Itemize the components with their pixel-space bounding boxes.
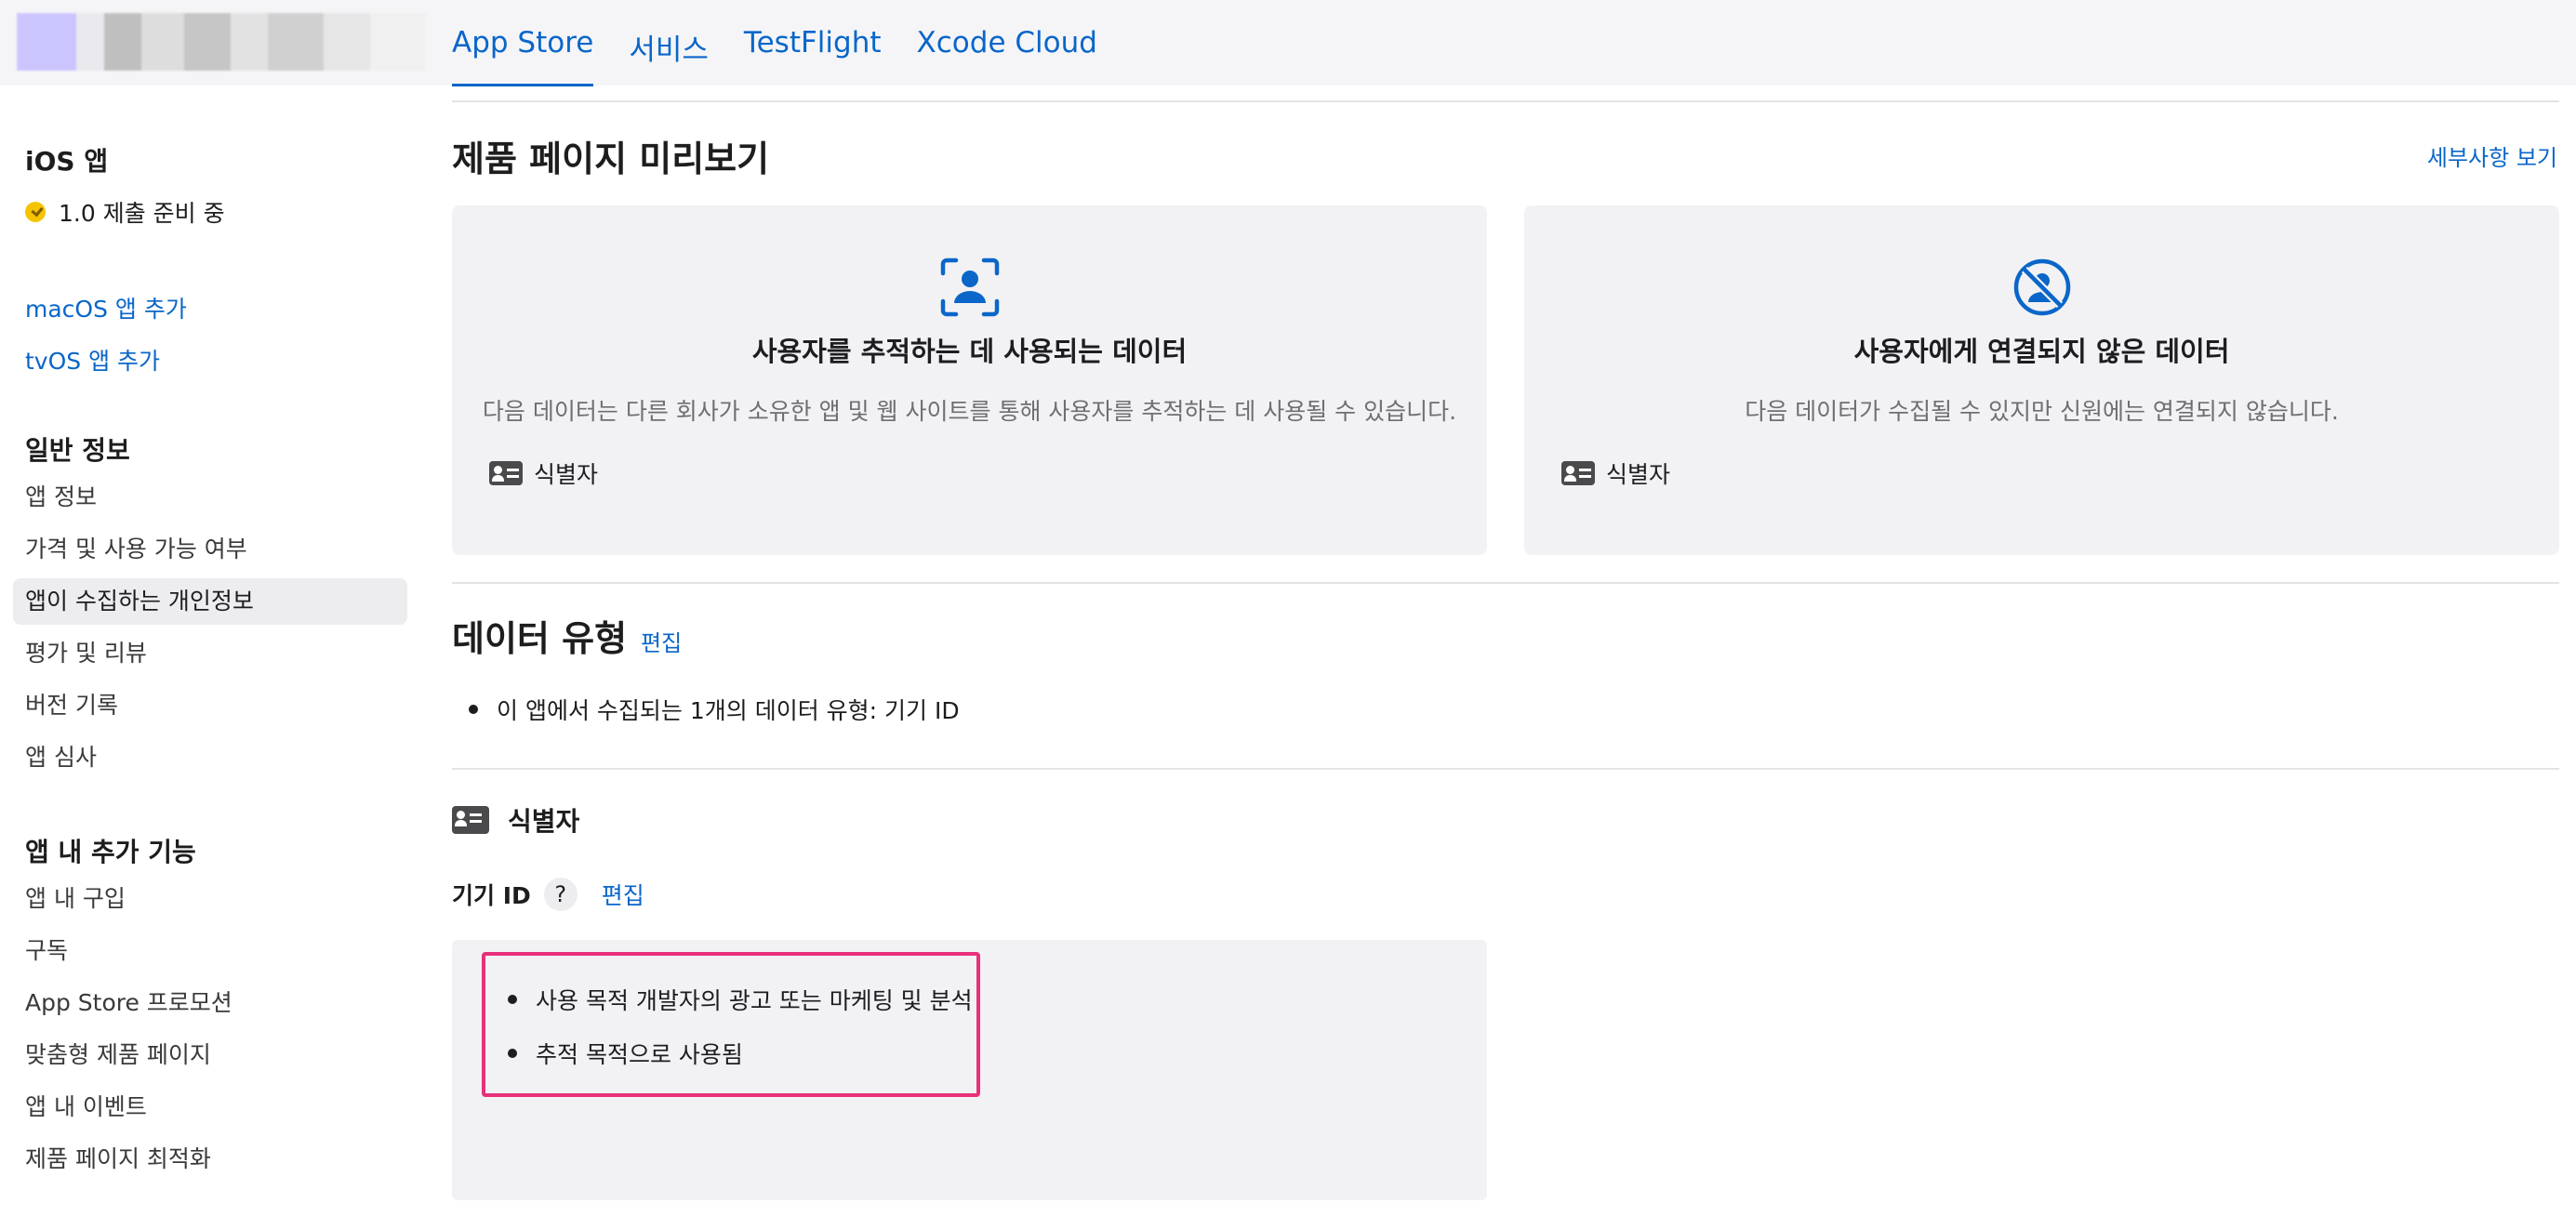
- id-card-icon: [489, 461, 523, 485]
- tab-testflight[interactable]: TestFlight: [744, 26, 882, 86]
- sidebar-item-custom-pages[interactable]: 맞춤형 제품 페이지: [13, 1032, 407, 1078]
- tab-services[interactable]: 서비스: [629, 26, 709, 86]
- divider: [452, 768, 2559, 770]
- tab-app-store[interactable]: App Store: [452, 26, 594, 86]
- add-macos-app-link[interactable]: macOS 앱 추가: [25, 291, 187, 324]
- card-tracking-title: 사용자를 추적하는 데 사용되는 데이터: [751, 336, 1188, 367]
- sidebar-item-subscriptions[interactable]: 구독: [13, 928, 407, 974]
- sidebar-item-ratings[interactable]: 평가 및 리뷰: [13, 630, 407, 677]
- sidebar-item-in-app-events[interactable]: 앱 내 이벤트: [13, 1084, 407, 1130]
- identifier-heading-label: 식별자: [508, 806, 580, 837]
- device-id-edit-link[interactable]: 편집: [602, 878, 644, 911]
- id-card-icon: [452, 806, 489, 834]
- page-title: 제품 페이지 미리보기: [452, 139, 770, 179]
- card-tracking-tag-label: 식별자: [534, 461, 599, 488]
- card-not-linked-desc: 다음 데이터가 수집될 수 있지만 신원에는 연결되지 않습니다.: [1745, 398, 2339, 425]
- sidebar-item-pricing[interactable]: 가격 및 사용 가능 여부: [13, 526, 407, 573]
- tab-xcode-cloud[interactable]: Xcode Cloud: [917, 26, 1097, 86]
- app-status[interactable]: 1.0 제출 준비 중: [25, 195, 225, 229]
- purpose-item: 추적 목적으로 사용됨: [508, 1037, 743, 1070]
- purpose-item-text: 사용 목적 개발자의 광고 또는 마케팅 및 분석: [536, 987, 973, 1014]
- card-tracking-desc: 다음 데이터는 다른 회사가 소유한 앱 및 웹 사이트를 통해 사용자를 추적…: [482, 398, 1457, 425]
- device-id-label: 기기 ID: [452, 882, 531, 909]
- purpose-item: 사용 목적 개발자의 광고 또는 마케팅 및 분석: [508, 983, 973, 1016]
- identifier-heading: 식별자: [452, 801, 579, 839]
- status-warning-icon: [25, 202, 46, 222]
- card-not-linked-tag-label: 식별자: [1606, 461, 1671, 488]
- data-types-summary-text: 이 앱에서 수집되는 1개의 데이터 유형: 기기 ID: [497, 697, 960, 724]
- data-types-edit-link[interactable]: 편집: [641, 625, 682, 657]
- sidebar-heading-ios: iOS 앱: [25, 146, 109, 177]
- sidebar-heading-general: 일반 정보: [25, 435, 130, 466]
- divider: [452, 100, 2559, 102]
- device-id-row: 기기 ID ? 편집: [452, 878, 644, 911]
- card-not-linked-title: 사용자에게 연결되지 않은 데이터: [1853, 336, 2230, 367]
- sidebar-item-version-history[interactable]: 버전 기록: [13, 682, 407, 729]
- id-card-icon: [1561, 461, 1595, 485]
- card-not-linked-data: 사용자에게 연결되지 않은 데이터 다음 데이터가 수집될 수 있지만 신원에는…: [1524, 205, 2559, 555]
- data-types-title: 데이터 유형: [452, 618, 628, 659]
- sidebar-item-in-app-purchases[interactable]: 앱 내 구입: [13, 876, 407, 922]
- user-not-linked-icon: [2013, 258, 2070, 316]
- sidebar-item-app-privacy[interactable]: 앱이 수집하는 개인정보: [13, 578, 407, 625]
- view-details-link[interactable]: 세부사항 보기: [2427, 139, 2557, 172]
- sidebar-item-page-optimization[interactable]: 제품 페이지 최적화: [13, 1136, 407, 1183]
- divider: [452, 582, 2559, 584]
- data-types-summary: 이 앱에서 수집되는 1개의 데이터 유형: 기기 ID: [469, 693, 960, 726]
- app-status-label: 1.0 제출 준비 중: [59, 200, 225, 227]
- sidebar-item-app-info[interactable]: 앱 정보: [13, 474, 407, 521]
- add-tvos-app-link[interactable]: tvOS 앱 추가: [25, 343, 160, 377]
- top-nav-tabs: App Store 서비스 TestFlight Xcode Cloud: [452, 26, 1097, 86]
- sidebar-item-app-review[interactable]: 앱 심사: [13, 734, 407, 781]
- card-tracking-tag: 식별자: [489, 456, 598, 490]
- highlight-box: [482, 952, 980, 1097]
- card-tracking-data: 사용자를 추적하는 데 사용되는 데이터 다음 데이터는 다른 회사가 소유한 …: [452, 205, 1487, 555]
- sidebar-heading-iap: 앱 내 추가 기능: [25, 837, 196, 867]
- app-logo-blurred: [17, 13, 426, 71]
- purpose-item-text: 추적 목적으로 사용됨: [536, 1041, 743, 1068]
- sidebar-item-promotions[interactable]: App Store 프로모션: [13, 980, 407, 1026]
- help-icon[interactable]: ?: [543, 878, 578, 911]
- card-not-linked-tag: 식별자: [1561, 456, 1670, 490]
- user-tracking-icon: [940, 258, 999, 317]
